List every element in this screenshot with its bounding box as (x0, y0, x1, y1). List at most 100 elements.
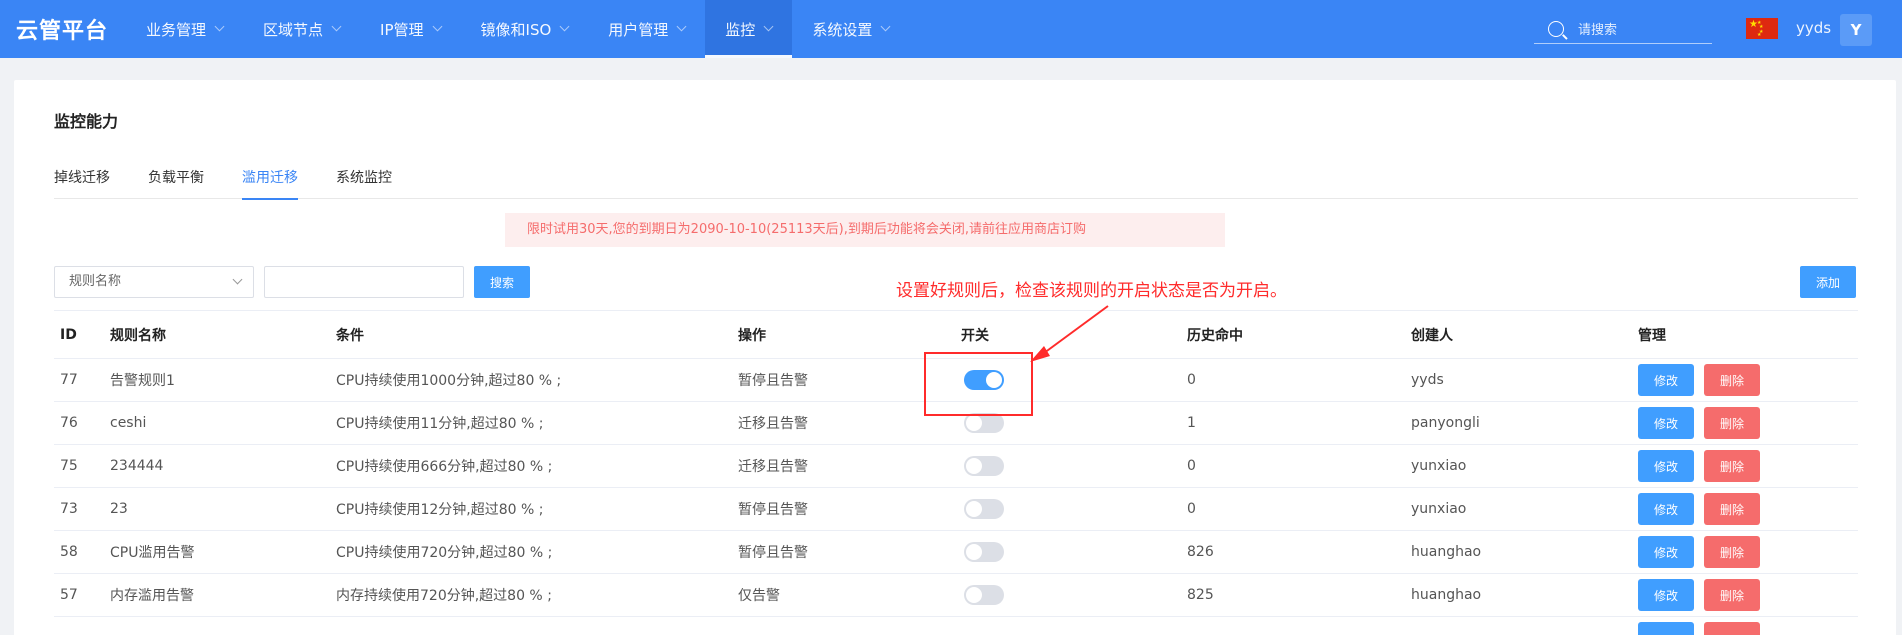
enable-toggle[interactable] (964, 456, 1004, 476)
username[interactable]: yyds (1796, 19, 1831, 37)
cell-name: 内存滥用告警 (110, 588, 194, 604)
edit-button[interactable]: 修改 (1638, 493, 1694, 525)
nav-label: 用户管理 (608, 20, 669, 39)
app-logo[interactable]: 云管平台 (16, 13, 126, 45)
cell-name: 234444 (110, 458, 164, 474)
cell-name: 告警规则1 (110, 373, 175, 389)
delete-button[interactable] (1704, 622, 1760, 635)
filter-input[interactable] (264, 266, 464, 298)
enable-toggle[interactable] (964, 585, 1004, 605)
cell-name: CPU滥用告警 (110, 545, 195, 561)
delete-button[interactable]: 删除 (1704, 450, 1760, 482)
cell-action: 暂停且告警 (738, 545, 808, 561)
chevron-down-icon (331, 21, 342, 31)
cell-id: 77 (60, 372, 78, 388)
nav-label: 监控 (725, 20, 756, 39)
enable-toggle[interactable] (964, 499, 1004, 519)
chevron-down-icon (232, 274, 243, 285)
cell-id: 57 (60, 587, 78, 603)
cell-name: ceshi (110, 415, 147, 431)
annotation-text: 设置好规则后，检查该规则的开启状态是否为开启。 (896, 281, 1287, 301)
cell-creator: huanghao (1411, 544, 1482, 560)
chevron-down-icon (214, 21, 225, 31)
edit-button[interactable] (1638, 622, 1694, 635)
nav-item-images[interactable]: 镜像和ISO (461, 0, 589, 58)
nav-item-users[interactable]: 用户管理 (588, 0, 705, 58)
table-row: 58 CPU滥用告警 CPU持续使用720分钟,超过80 % ; 暂停且告警 8… (54, 531, 1858, 574)
china-flag-icon[interactable]: ★ ★ ★ ★ ★ (1746, 18, 1778, 39)
enable-toggle[interactable] (964, 542, 1004, 562)
delete-button[interactable]: 删除 (1704, 364, 1760, 396)
edit-button[interactable]: 修改 (1638, 364, 1694, 396)
edit-button[interactable]: 修改 (1638, 450, 1694, 482)
global-search[interactable]: 请搜索 (1534, 14, 1712, 44)
edit-button[interactable]: 修改 (1638, 536, 1694, 568)
cell-hits: 1 (1187, 415, 1196, 431)
tab-offline-migration[interactable]: 掉线迁移 (54, 167, 110, 199)
nav-label: 区域节点 (263, 20, 324, 39)
table-row: 73 23 CPU持续使用12分钟,超过80 % ; 暂停且告警 0 yunxi… (54, 488, 1858, 531)
column-header: 创建人 (1411, 327, 1453, 344)
cell-creator: yunxiao (1411, 501, 1467, 517)
tab-abuse-migration[interactable]: 滥用迁移 (242, 167, 298, 200)
edit-button[interactable]: 修改 (1638, 407, 1694, 439)
column-header: 规则名称 (110, 327, 166, 344)
delete-button[interactable]: 删除 (1704, 536, 1760, 568)
cell-name: 23 (110, 501, 128, 517)
cell-id: 75 (60, 458, 78, 474)
cell-hits: 825 (1187, 587, 1214, 603)
cell-id: 73 (60, 501, 78, 517)
search-placeholder: 请搜索 (1578, 23, 1618, 38)
delete-button[interactable]: 删除 (1704, 493, 1760, 525)
nav-item-regions[interactable]: 区域节点 (243, 0, 360, 58)
enable-toggle[interactable] (964, 413, 1004, 433)
cell-condition: CPU持续使用11分钟,超过80 % ; (336, 416, 544, 432)
cell-action: 迁移且告警 (738, 459, 808, 475)
cell-condition: 内存持续使用720分钟,超过80 % ; (336, 588, 552, 604)
filter-select-value: 规则名称 (69, 274, 122, 289)
cell-condition: CPU持续使用720分钟,超过80 % ; (336, 545, 553, 561)
avatar[interactable]: Y (1840, 14, 1872, 46)
cell-creator: huanghao (1411, 587, 1482, 603)
nav-item-ip[interactable]: IP管理 (360, 0, 460, 58)
cell-hits: 0 (1187, 458, 1196, 474)
chevron-down-icon (432, 21, 442, 31)
annotation-highlight-box (924, 352, 1033, 416)
nav-label: IP管理 (380, 20, 424, 39)
cell-creator: yyds (1411, 372, 1444, 388)
cell-action: 迁移且告警 (738, 416, 808, 432)
filter-field-select[interactable]: 规则名称 (54, 266, 254, 298)
cell-condition: CPU持续使用1000分钟,超过80 % ; (336, 373, 562, 389)
trial-notice: 限时试用30天,您的到期日为2090-10-10(25113天后),到期后功能将… (505, 213, 1225, 247)
page-title: 监控能力 (54, 112, 119, 131)
cell-condition: CPU持续使用12分钟,超过80 % ; (336, 502, 544, 518)
tab-bar: 掉线迁移 负载平衡 滥用迁移 系统监控 (54, 167, 1858, 200)
add-button[interactable]: 添加 (1800, 266, 1856, 298)
delete-button[interactable]: 删除 (1704, 579, 1760, 611)
nav-label: 镜像和ISO (480, 20, 552, 39)
cell-id: 58 (60, 544, 78, 560)
column-header: ID (60, 326, 77, 343)
column-header: 历史命中 (1187, 327, 1243, 344)
column-header: 操作 (738, 327, 766, 344)
nav-item-business[interactable]: 业务管理 (126, 0, 243, 58)
cell-id: 76 (60, 415, 78, 431)
chevron-down-icon (559, 21, 570, 31)
cell-hits: 0 (1187, 372, 1196, 388)
tab-system-monitor[interactable]: 系统监控 (336, 167, 392, 199)
delete-button[interactable]: 删除 (1704, 407, 1760, 439)
column-header: 管理 (1638, 327, 1666, 344)
edit-button[interactable]: 修改 (1638, 579, 1694, 611)
cell-creator: panyongli (1411, 415, 1480, 431)
search-icon (1548, 20, 1564, 37)
tab-load-balance[interactable]: 负载平衡 (148, 167, 204, 199)
nav-item-settings[interactable]: 系统设置 (792, 0, 909, 58)
chevron-down-icon (880, 21, 891, 31)
top-navbar: 云管平台 业务管理 区域节点 IP管理 镜像和ISO 用户管理 监控 系统设置 … (0, 0, 1902, 58)
nav-item-monitor[interactable]: 监控 (705, 0, 793, 58)
search-button[interactable]: 搜索 (474, 266, 530, 298)
table-row-partial (54, 617, 1858, 635)
cell-hits: 826 (1187, 544, 1214, 560)
table-row: 75 234444 CPU持续使用666分钟,超过80 % ; 迁移且告警 0 … (54, 445, 1858, 488)
cell-creator: yunxiao (1411, 458, 1467, 474)
